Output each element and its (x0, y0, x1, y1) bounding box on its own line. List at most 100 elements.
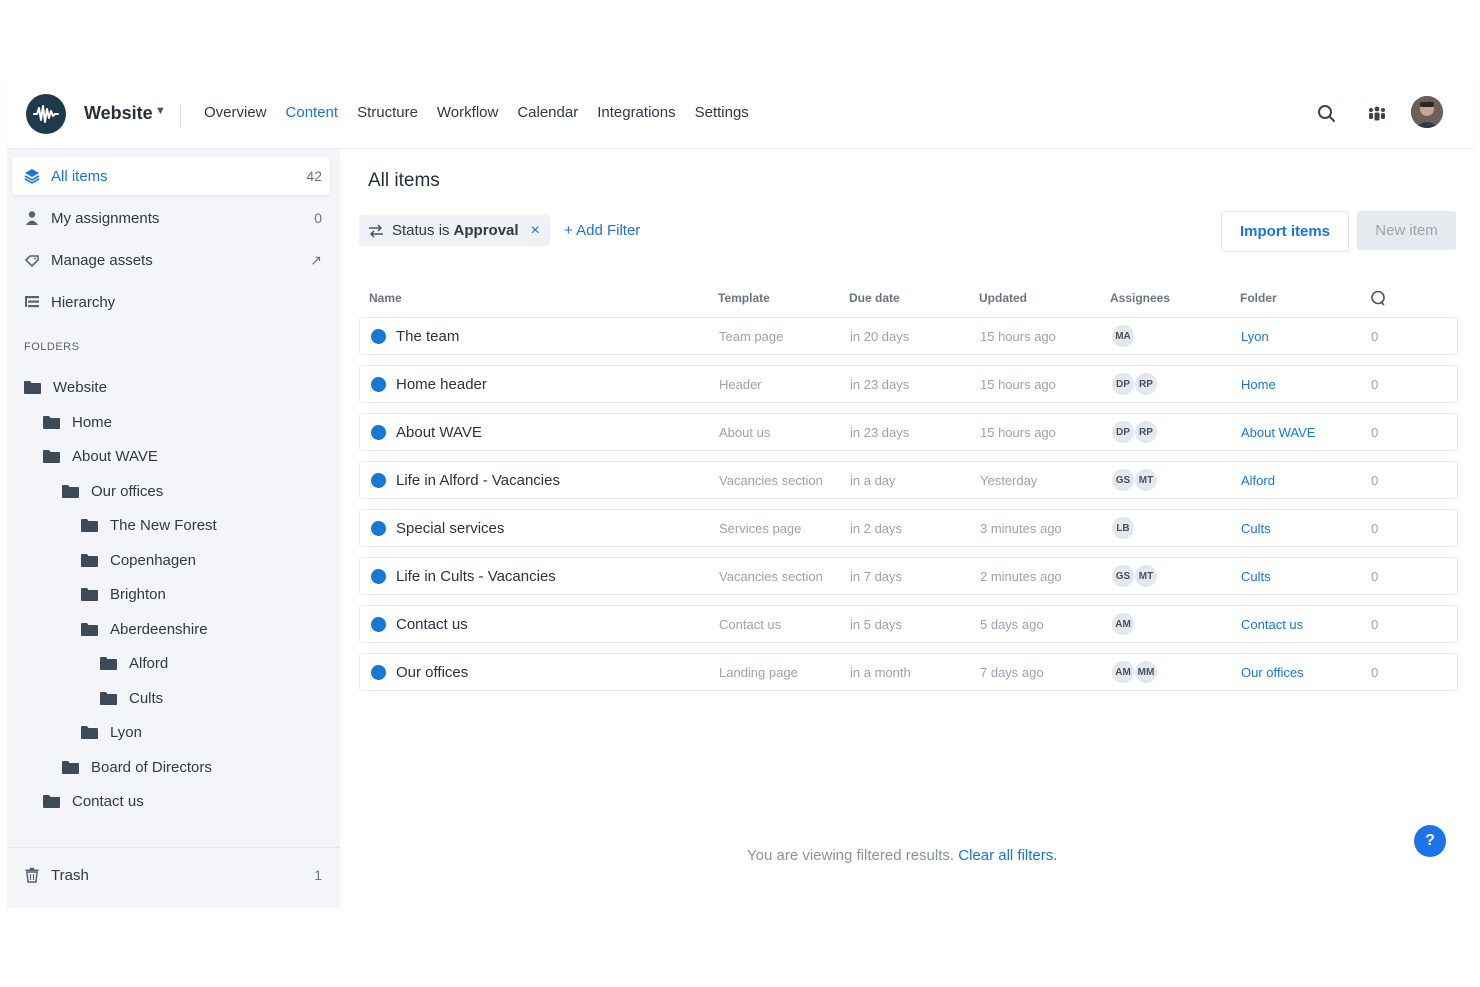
assignee-avatar[interactable]: AM (1111, 660, 1135, 684)
folder-cults[interactable]: Cults (100, 685, 163, 711)
item-folder-link[interactable]: About WAVE (1241, 414, 1315, 450)
item-assignees: DP RP (1111, 366, 1158, 402)
main-nav: Overview Content Structure Workflow Cale… (204, 104, 768, 121)
table-row[interactable]: Our offices Landing page in a month 7 da… (359, 653, 1458, 691)
column-header-assignees[interactable]: Assignees (1110, 291, 1170, 305)
search-icon[interactable] (1315, 102, 1339, 126)
item-updated: 5 days ago (980, 616, 1044, 632)
close-icon[interactable]: × (531, 222, 540, 240)
sidebar-item-all-items[interactable]: All items 42 (12, 157, 330, 195)
folder-our-offices[interactable]: Our offices (62, 478, 163, 504)
assignee-avatar[interactable]: MA (1111, 324, 1135, 348)
folder-board-of-directors[interactable]: Board of Directors (62, 754, 212, 780)
sidebar-item-manage-assets[interactable]: Manage assets ↗ (12, 241, 330, 279)
item-name[interactable]: About WAVE (396, 414, 482, 450)
folder-contact-us[interactable]: Contact us (43, 788, 144, 814)
user-avatar[interactable] (1411, 96, 1443, 128)
item-name[interactable]: The team (396, 318, 459, 354)
folder-lyon[interactable]: Lyon (81, 719, 142, 745)
folder-icon (43, 415, 60, 429)
chevron-down-icon[interactable]: ▼ (155, 105, 166, 117)
folder-brighton[interactable]: Brighton (81, 581, 166, 607)
item-template: Vacancies section (719, 568, 823, 584)
new-item-button[interactable]: New item (1357, 211, 1456, 250)
item-assignees: MA (1111, 318, 1135, 354)
folder-icon (81, 622, 98, 636)
item-folder-link[interactable]: Cults (1241, 510, 1271, 546)
nav-workflow[interactable]: Workflow (437, 104, 498, 121)
table-row[interactable]: Contact us Contact us in 5 days 5 days a… (359, 605, 1458, 643)
column-header-name[interactable]: Name (369, 291, 402, 305)
assignee-avatar[interactable]: MM (1134, 660, 1158, 684)
assignee-avatar[interactable]: LB (1111, 516, 1135, 540)
folder-about-wave[interactable]: About WAVE (43, 443, 158, 469)
item-name[interactable]: Home header (396, 366, 487, 402)
folder-icon (62, 484, 79, 498)
folder-alford[interactable]: Alford (100, 650, 168, 676)
assignee-avatar[interactable]: DP (1111, 420, 1135, 444)
assignee-avatar[interactable]: AM (1111, 612, 1135, 636)
add-filter-button[interactable]: + Add Filter (564, 222, 640, 239)
sidebar-item-trash[interactable]: Trash 1 (12, 856, 330, 894)
folder-copenhagen[interactable]: Copenhagen (81, 547, 196, 573)
table-row[interactable]: Home header Header in 23 days 15 hours a… (359, 365, 1458, 403)
assignee-avatar[interactable]: RP (1134, 420, 1158, 444)
team-icon[interactable] (1365, 102, 1389, 126)
item-name[interactable]: Special services (396, 510, 504, 546)
item-folder-link[interactable]: Cults (1241, 558, 1271, 594)
nav-overview[interactable]: Overview (204, 104, 267, 121)
item-name[interactable]: Life in Cults - Vacancies (396, 558, 556, 594)
help-button[interactable]: ? (1414, 825, 1446, 857)
assignee-avatar[interactable]: MT (1134, 468, 1158, 492)
item-folder-link[interactable]: Alford (1241, 462, 1275, 498)
item-folder-link[interactable]: Lyon (1241, 318, 1269, 354)
item-name[interactable]: Our offices (396, 654, 468, 690)
table-row[interactable]: Life in Cults - Vacancies Vacancies sect… (359, 557, 1458, 595)
assignee-avatar[interactable]: GS (1111, 468, 1135, 492)
filter-chip[interactable]: Status is Approval × (359, 215, 550, 246)
item-due-date: in 20 days (850, 328, 910, 344)
item-name[interactable]: Contact us (396, 606, 468, 642)
item-template: Vacancies section (719, 472, 823, 488)
import-items-button[interactable]: Import items (1221, 211, 1349, 252)
folder-aberdeenshire[interactable]: Aberdeenshire (81, 616, 208, 642)
assignee-avatar[interactable]: MT (1134, 564, 1158, 588)
item-folder-link[interactable]: Contact us (1241, 606, 1303, 642)
assignee-avatar[interactable]: DP (1111, 372, 1135, 396)
nav-calendar[interactable]: Calendar (517, 104, 578, 121)
nav-settings[interactable]: Settings (695, 104, 749, 121)
folder-website[interactable]: Website (24, 374, 107, 400)
sidebar: All items 42 My assignments 0 Manage ass… (7, 149, 340, 908)
folder-home[interactable]: Home (43, 409, 112, 435)
nav-structure[interactable]: Structure (357, 104, 418, 121)
sidebar-item-hierarchy[interactable]: Hierarchy (12, 283, 330, 321)
wave-logo-icon[interactable] (26, 94, 66, 134)
item-comment-count: 0 (1371, 664, 1379, 680)
item-folder-link[interactable]: Our offices (1241, 654, 1304, 690)
item-updated: 15 hours ago (980, 328, 1056, 344)
column-header-updated[interactable]: Updated (979, 291, 1027, 305)
item-due-date: in 23 days (850, 424, 910, 440)
column-header-folder[interactable]: Folder (1240, 291, 1277, 305)
sidebar-item-label: Manage assets (51, 251, 153, 269)
table-row[interactable]: Special services Services page in 2 days… (359, 509, 1458, 547)
site-switcher[interactable]: Website (84, 103, 153, 124)
nav-integrations[interactable]: Integrations (597, 104, 675, 121)
table-row[interactable]: The team Team page in 20 days 15 hours a… (359, 317, 1458, 355)
column-header-template[interactable]: Template (718, 291, 770, 305)
page-title: All items (368, 170, 440, 191)
table-row[interactable]: About WAVE About us in 23 days 15 hours … (359, 413, 1458, 451)
column-header-due-date[interactable]: Due date (849, 291, 900, 305)
item-folder-link[interactable]: Home (1241, 366, 1276, 402)
folder-label: Cults (129, 689, 164, 707)
item-name[interactable]: Life in Alford - Vacancies (396, 462, 560, 498)
assignee-avatar[interactable]: RP (1134, 372, 1158, 396)
assignee-avatar[interactable]: GS (1111, 564, 1135, 588)
comment-icon[interactable] (1370, 290, 1386, 309)
clear-filters-link[interactable]: Clear all filters. (958, 847, 1057, 864)
item-template: Landing page (719, 664, 798, 680)
sidebar-item-my-assignments[interactable]: My assignments 0 (12, 199, 330, 237)
folder-the-new-forest[interactable]: The New Forest (81, 512, 217, 538)
table-row[interactable]: Life in Alford - Vacancies Vacancies sec… (359, 461, 1458, 499)
nav-content[interactable]: Content (286, 104, 339, 121)
